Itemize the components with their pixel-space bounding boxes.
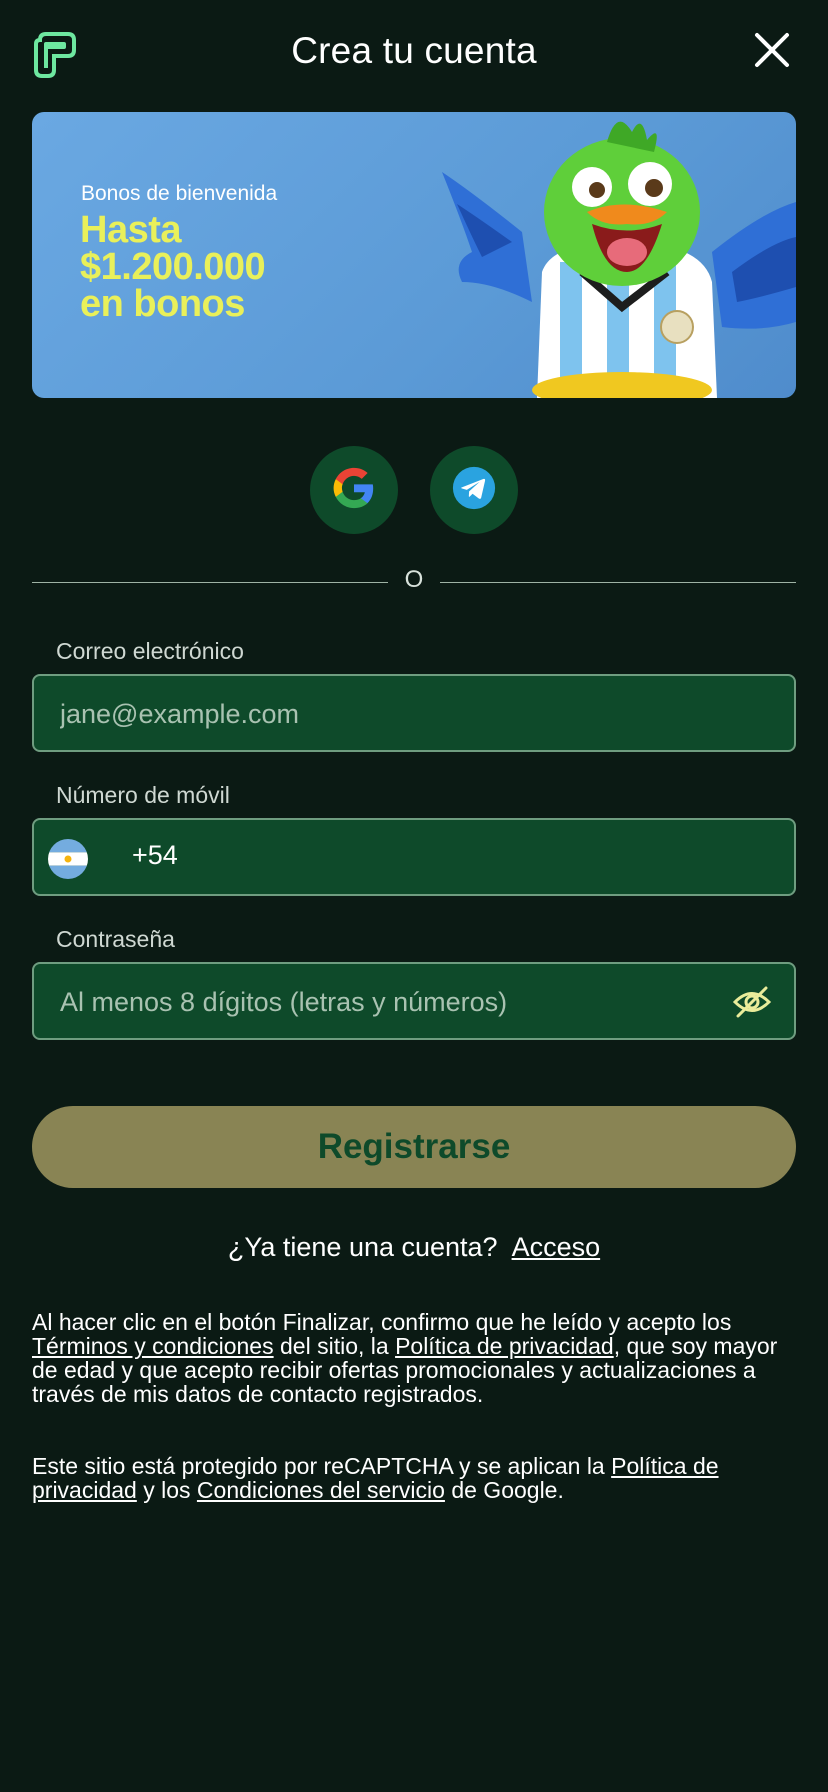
legal-text: Al hacer clic en el botón Finalizar, con… <box>32 1309 732 1335</box>
telegram-icon <box>451 465 497 516</box>
terms-link[interactable]: Términos y condiciones <box>32 1333 274 1359</box>
phone-field-container: +54 <box>32 818 796 896</box>
privacy-policy-link[interactable]: Política de privacidad <box>395 1333 614 1359</box>
phone-label: Número de móvil <box>56 782 230 808</box>
header: Crea tu cuenta <box>0 0 828 108</box>
banner-headline-line: Hasta <box>80 209 182 251</box>
banner-subtitle: Bonos de bienvenida <box>81 182 278 205</box>
terms-disclaimer: Al hacer clic en el botón Finalizar, con… <box>32 1310 802 1406</box>
google-terms-link[interactable]: Condiciones del servicio <box>197 1477 445 1503</box>
login-prompt-row: ¿Ya tiene una cuenta? Acceso <box>0 1232 828 1263</box>
legal-text: del sitio, la <box>273 1333 396 1359</box>
divider-line <box>440 582 796 583</box>
legal-text: y los <box>136 1477 197 1503</box>
password-field-container <box>32 962 796 1040</box>
telegram-login-button[interactable] <box>430 446 518 534</box>
banner-headline-line: en bonos <box>80 283 245 325</box>
phone-number-field[interactable] <box>194 820 778 896</box>
close-icon[interactable] <box>752 30 792 70</box>
login-link[interactable]: Acceso <box>512 1232 601 1262</box>
page-title: Crea tu cuenta <box>291 30 537 71</box>
google-icon <box>331 465 377 516</box>
divider-line <box>32 582 388 583</box>
legal-text: de Google. <box>444 1477 564 1503</box>
welcome-bonus-banner[interactable]: Bonos de bienvenida Hasta $1.200.000 en … <box>32 112 796 398</box>
email-field[interactable] <box>58 676 702 752</box>
google-login-button[interactable] <box>310 446 398 534</box>
email-field-container <box>32 674 796 752</box>
banner-headline-line: $1.200.000 <box>80 246 266 288</box>
login-prompt-text: ¿Ya tiene una cuenta? <box>227 1232 498 1262</box>
divider-text: O <box>404 566 424 593</box>
password-field[interactable] <box>58 964 702 1040</box>
social-login-row <box>0 446 828 534</box>
argentina-flag-icon[interactable] <box>48 839 88 879</box>
banner-headline: Hasta $1.200.000 en bonos <box>80 209 400 325</box>
recaptcha-disclaimer: Este sitio está protegido por reCAPTCHA … <box>32 1454 802 1502</box>
password-label: Contraseña <box>56 926 175 952</box>
phone-country-code: +54 <box>132 840 178 870</box>
parrot-mascot-illustration <box>432 112 796 398</box>
or-divider: O <box>32 566 796 596</box>
eye-off-icon[interactable] <box>732 982 772 1022</box>
legal-text: Este sitio está protegido por reCAPTCHA … <box>32 1453 612 1479</box>
register-button[interactable]: Registrarse <box>32 1106 796 1188</box>
email-label: Correo electrónico <box>56 638 244 664</box>
